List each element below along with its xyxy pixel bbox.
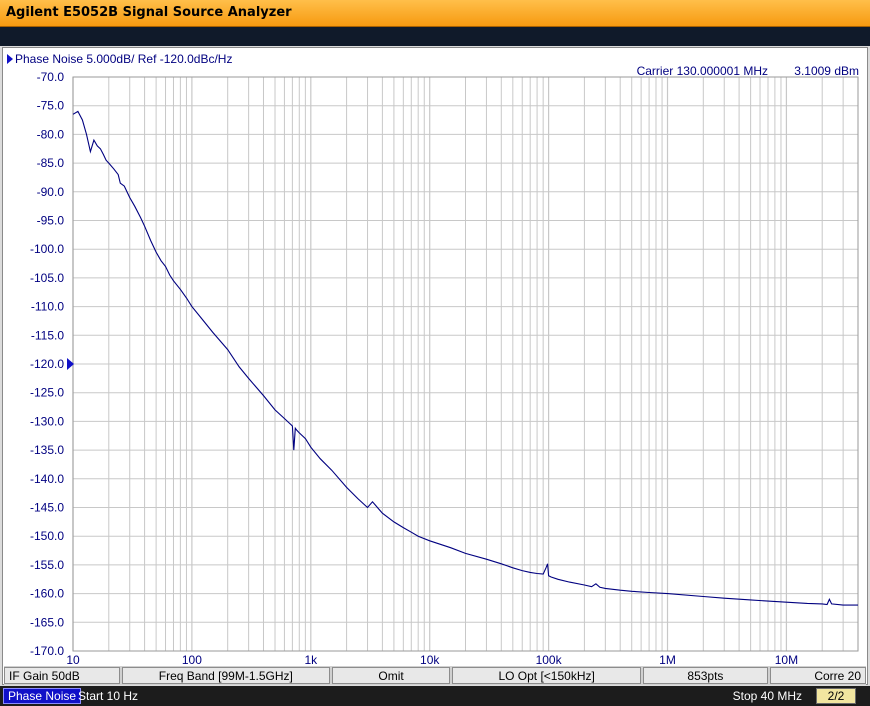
title-bar: Agilent E5052B Signal Source Analyzer — [0, 0, 870, 27]
x-tick-label: 10 — [66, 653, 80, 666]
x-tick-label: 100 — [182, 653, 202, 666]
y-tick-label: -70.0 — [37, 70, 65, 84]
chart-window: -70.0 -75.0 -80.0 -85.0 -90.0 -95.0 -100.0 -105… — [2, 47, 868, 685]
y-tick-label: -75.0 — [37, 99, 65, 113]
y-tick-label: -115.0 — [31, 328, 64, 342]
menu-strip — [0, 27, 870, 46]
bottom-bar: Phase Noise Start 10 Hz Stop 40 MHz 2/2 — [0, 686, 870, 706]
y-tick-label: -135.0 — [30, 443, 64, 457]
carrier-frequency: Carrier 130.000001 MHz — [637, 64, 768, 78]
y-tick-label: -90.0 — [37, 185, 65, 199]
points-status[interactable]: 853pts — [643, 667, 768, 684]
y-tick-label: -165.0 — [30, 615, 64, 629]
y-tick-label: -120.0 — [30, 357, 64, 371]
y-tick-label: -160.0 — [30, 587, 64, 601]
y-tick-label: -140.0 — [30, 472, 64, 486]
y-tick-label: -145.0 — [30, 501, 64, 515]
grid — [72, 76, 859, 652]
y-tick-label: -100.0 — [30, 242, 64, 256]
y-tick-label: -125.0 — [30, 386, 64, 400]
start-frequency: Start 10 Hz — [78, 689, 139, 703]
correlation-status[interactable]: Corre 20 — [769, 667, 866, 684]
y-tick-label: -130.0 — [30, 414, 64, 428]
y-tick-label: -105.0 — [30, 271, 64, 285]
carrier-power: 3.1009 dBm — [794, 64, 859, 78]
y-tick-label: -155.0 — [30, 558, 64, 572]
app-title: Agilent E5052B Signal Source Analyzer — [6, 5, 292, 20]
page-indicator[interactable]: 2/2 — [816, 688, 856, 704]
y-tick-label: -85.0 — [37, 156, 65, 170]
y-tick-label: -150.0 — [30, 529, 64, 543]
freq-band-status[interactable]: Freq Band [99M-1.5GHz] — [121, 667, 331, 684]
trace-tab-phase-noise[interactable]: Phase Noise — [3, 688, 82, 704]
x-tick-label: 10k — [420, 653, 440, 666]
x-tick-label: 100k — [536, 653, 563, 666]
omit-status[interactable]: Omit — [332, 667, 451, 684]
status-bar: IF Gain 50dB Freq Band [99M-1.5GHz] Omit… — [4, 666, 866, 685]
if-gain-status[interactable]: IF Gain 50dB — [4, 667, 120, 684]
phase-noise-chart: -70.0 -75.0 -80.0 -85.0 -90.0 -95.0 -100.0 -105… — [7, 52, 859, 666]
x-tick-label: 10M — [775, 653, 798, 666]
measurement-header: Phase Noise 5.000dB/ Ref -120.0dBc/Hz — [15, 52, 232, 66]
stop-frequency: Stop 40 MHz — [732, 689, 802, 703]
y-tick-label: -110.0 — [31, 300, 64, 314]
tick-labels: -70.0 -75.0 -80.0 -85.0 -90.0 -95.0 -100.0 -105… — [30, 70, 798, 666]
x-tick-label: 1M — [659, 653, 676, 666]
lo-opt-status[interactable]: LO Opt [<150kHz] — [452, 667, 642, 684]
y-tick-label: -95.0 — [37, 214, 65, 228]
x-tick-label: 1k — [304, 653, 318, 666]
y-tick-label: -80.0 — [37, 127, 65, 141]
y-tick-label: -170.0 — [30, 644, 64, 658]
measurement-marker-icon — [7, 54, 13, 64]
